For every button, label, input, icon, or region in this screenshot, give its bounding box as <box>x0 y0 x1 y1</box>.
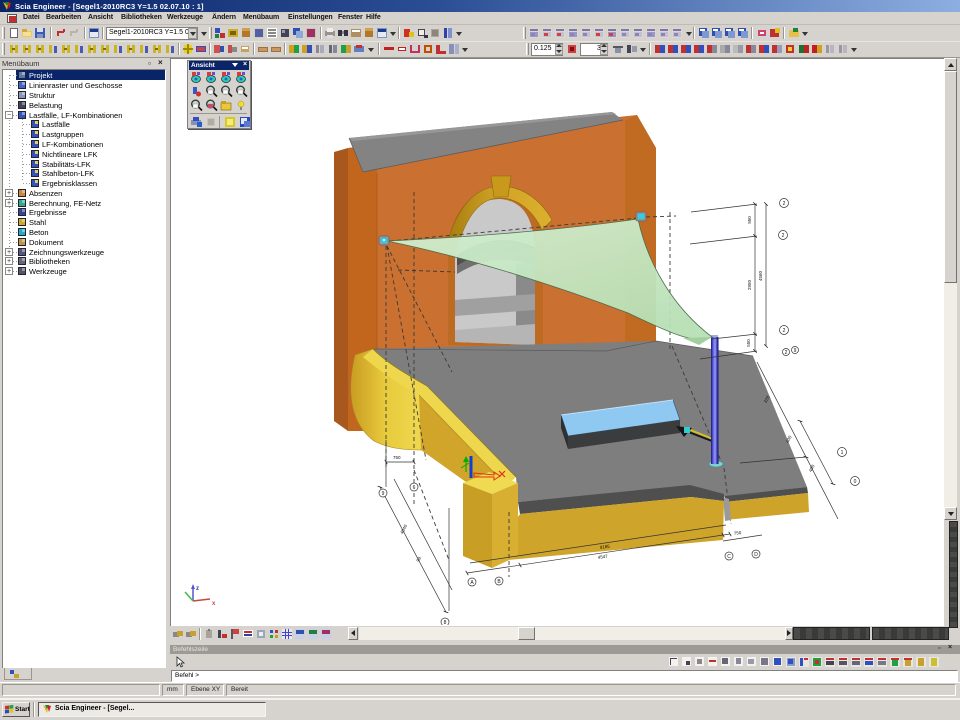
svg-text:4040: 4040 <box>399 523 408 535</box>
svg-text:750: 750 <box>733 530 742 536</box>
svg-text:9: 9 <box>382 491 385 497</box>
svg-text:2950: 2950 <box>747 279 752 290</box>
svg-text:400: 400 <box>808 463 816 472</box>
svg-text:4547: 4547 <box>597 554 608 560</box>
svg-text:1: 1 <box>841 450 844 456</box>
svg-text:2: 2 <box>783 328 786 334</box>
svg-text:D: D <box>754 552 758 558</box>
svg-text:6: 6 <box>413 485 416 491</box>
svg-text:4560: 4560 <box>758 270 763 281</box>
svg-text:400: 400 <box>785 434 793 443</box>
svg-text:950: 950 <box>747 216 752 224</box>
svg-text:9: 9 <box>794 348 797 354</box>
svg-text:x: x <box>212 601 216 607</box>
svg-text:8: 8 <box>444 620 447 625</box>
svg-text:98: 98 <box>415 555 422 562</box>
svg-text:C: C <box>727 554 731 560</box>
svg-text:750: 750 <box>393 455 401 460</box>
svg-text:z: z <box>196 586 199 592</box>
svg-text:550: 550 <box>746 339 751 347</box>
svg-text:2: 2 <box>782 233 785 239</box>
svg-text:2: 2 <box>783 201 786 207</box>
svg-text:2: 2 <box>785 350 788 356</box>
svg-text:0: 0 <box>854 479 857 485</box>
